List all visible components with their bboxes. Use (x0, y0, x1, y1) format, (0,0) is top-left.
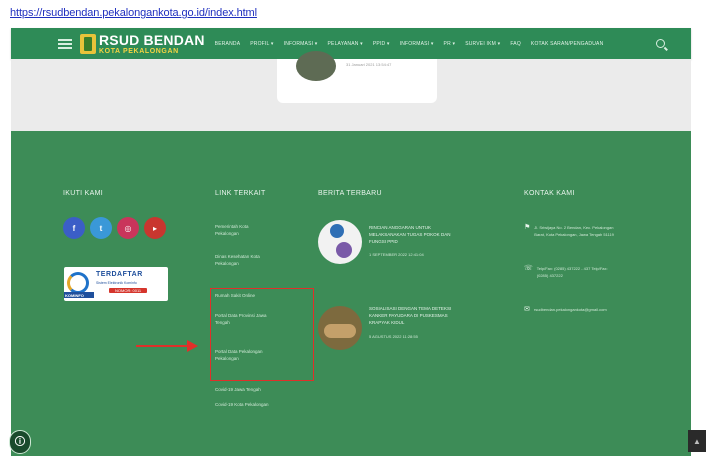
news-title[interactable]: SOSIALISASI DENGAN TEMA DETEKSI KANKER P… (369, 305, 479, 326)
link-covid-pekalongan[interactable]: Covid-19 Kota Pekalongan (215, 401, 310, 408)
follow-heading: IKUTI KAMI (63, 190, 103, 197)
contact-email-text[interactable]: rsudbendan.pekalongankota@gmail.com (534, 306, 684, 313)
badge-subtitle: Sistem Elektronik Kominfo (96, 281, 137, 285)
logo-emblem-icon (80, 33, 96, 54)
links-heading: LINK TERKAIT (215, 190, 266, 197)
site-footer: IKUTI KAMI f t ◎ ▸ KOMINFO TERDAFTAR Sis… (11, 131, 691, 456)
search-icon[interactable] (656, 39, 665, 48)
logo-title: RSUD BENDAN (99, 31, 205, 48)
contact-address: ⚑ Jl. Sriwijaya No. 2 Bendan, Kec. Pekal… (524, 224, 684, 238)
accessibility-icon: 🛈 (14, 435, 26, 448)
menu-item-pelayanan[interactable]: PELAYANAN ▾ (328, 41, 363, 47)
news-thumbnail[interactable] (318, 220, 362, 264)
menu-item-informasi[interactable]: INFORMASI ▾ (284, 41, 318, 47)
contact-email: ✉ rsudbendan.pekalongankota@gmail.com (524, 306, 684, 313)
news-card[interactable]: 31 Januari 2021 13:54:47 (277, 51, 437, 103)
contact-phone-text: Telp/Fax: (0285) 437222 - 437 Telp/Fax: … (536, 266, 608, 278)
accessibility-button[interactable]: 🛈 (9, 430, 31, 454)
twitter-icon[interactable]: t (90, 217, 112, 239)
youtube-icon[interactable]: ▸ (144, 217, 166, 239)
contact-heading: KONTAK KAMI (524, 190, 575, 197)
annotation-highlight-box (210, 288, 314, 381)
kominfo-badge[interactable]: KOMINFO TERDAFTAR Sistem Elektronik Komi… (64, 267, 168, 301)
badge-cert: NOMOR: 0011 (109, 288, 148, 293)
link-covid-jateng[interactable]: Covid-19 Jawa Tengah (215, 386, 310, 393)
news-date: 1 SEPTEMBER 2022 12:41:04 (369, 252, 424, 257)
menu-item-kotak-saran[interactable]: KOTAK SARAN/PENGADUAN (531, 41, 603, 47)
main-menu: BERANDA PROFIL ▾ INFORMASI ▾ PELAYANAN ▾… (215, 41, 604, 47)
menu-item-profil[interactable]: PROFIL ▾ (250, 41, 273, 47)
scroll-top-button[interactable]: ▲ (688, 430, 706, 452)
card-image (296, 51, 336, 81)
site-navbar: RSUD BENDAN KOTA PEKALONGAN BERANDA PROF… (11, 28, 691, 59)
email-icon: ✉ (524, 306, 530, 313)
kominfo-emblem-icon (67, 272, 89, 294)
link-pemkot[interactable]: Pemerintah Kota Pekalongan (215, 223, 310, 237)
menu-item-informasi-2[interactable]: INFORMASI ▾ (400, 41, 434, 47)
contact-phone: ☏ Telp/Fax: (0285) 437222 - 437 Telp/Fax… (524, 265, 687, 279)
menu-item-beranda[interactable]: BERANDA (215, 41, 241, 47)
facebook-icon[interactable]: f (63, 217, 85, 239)
annotation-arrow-line (136, 345, 191, 347)
chevron-up-icon: ▲ (693, 436, 701, 446)
news-thumbnail[interactable] (318, 306, 362, 350)
news-date: 5 AGUSTUS 2022 11:28:55 (369, 334, 418, 339)
browser-url[interactable]: https://rsudbendan.pekalongankota.go.id/… (10, 7, 257, 19)
menu-item-survei[interactable]: SURVEI IKM ▾ (465, 41, 500, 47)
logo-subtitle: KOTA PEKALONGAN (99, 47, 179, 55)
hamburger-icon[interactable] (58, 38, 72, 49)
link-dinkes[interactable]: Dinas Kesehatan Kota Pekalongan (215, 253, 310, 267)
instagram-icon[interactable]: ◎ (117, 217, 139, 239)
annotation-arrow-icon (187, 340, 198, 352)
content-area: 31 Januari 2021 13:54:47 (11, 51, 691, 131)
news-title[interactable]: RINCIAN ANGGARAN UNTUK MELAKSANAKAN TUGA… (369, 224, 479, 245)
badge-strip-text: KOMINFO (65, 293, 84, 298)
news-heading: BERITA TERBARU (318, 190, 382, 197)
phone-icon: ☏ (524, 265, 533, 272)
site-logo[interactable]: RSUD BENDAN KOTA PEKALONGAN (80, 33, 205, 55)
location-icon: ⚑ (524, 224, 531, 231)
contact-address-text: Jl. Sriwijaya No. 2 Bendan, Kec. Pekalon… (534, 225, 614, 237)
card-date: 31 Januari 2021 13:54:47 (346, 62, 392, 67)
menu-item-pr[interactable]: PR ▾ (444, 41, 456, 47)
badge-title: TERDAFTAR (96, 271, 143, 278)
menu-item-faq[interactable]: FAQ (510, 41, 521, 47)
menu-item-ppid[interactable]: PPID ▾ (373, 41, 390, 47)
